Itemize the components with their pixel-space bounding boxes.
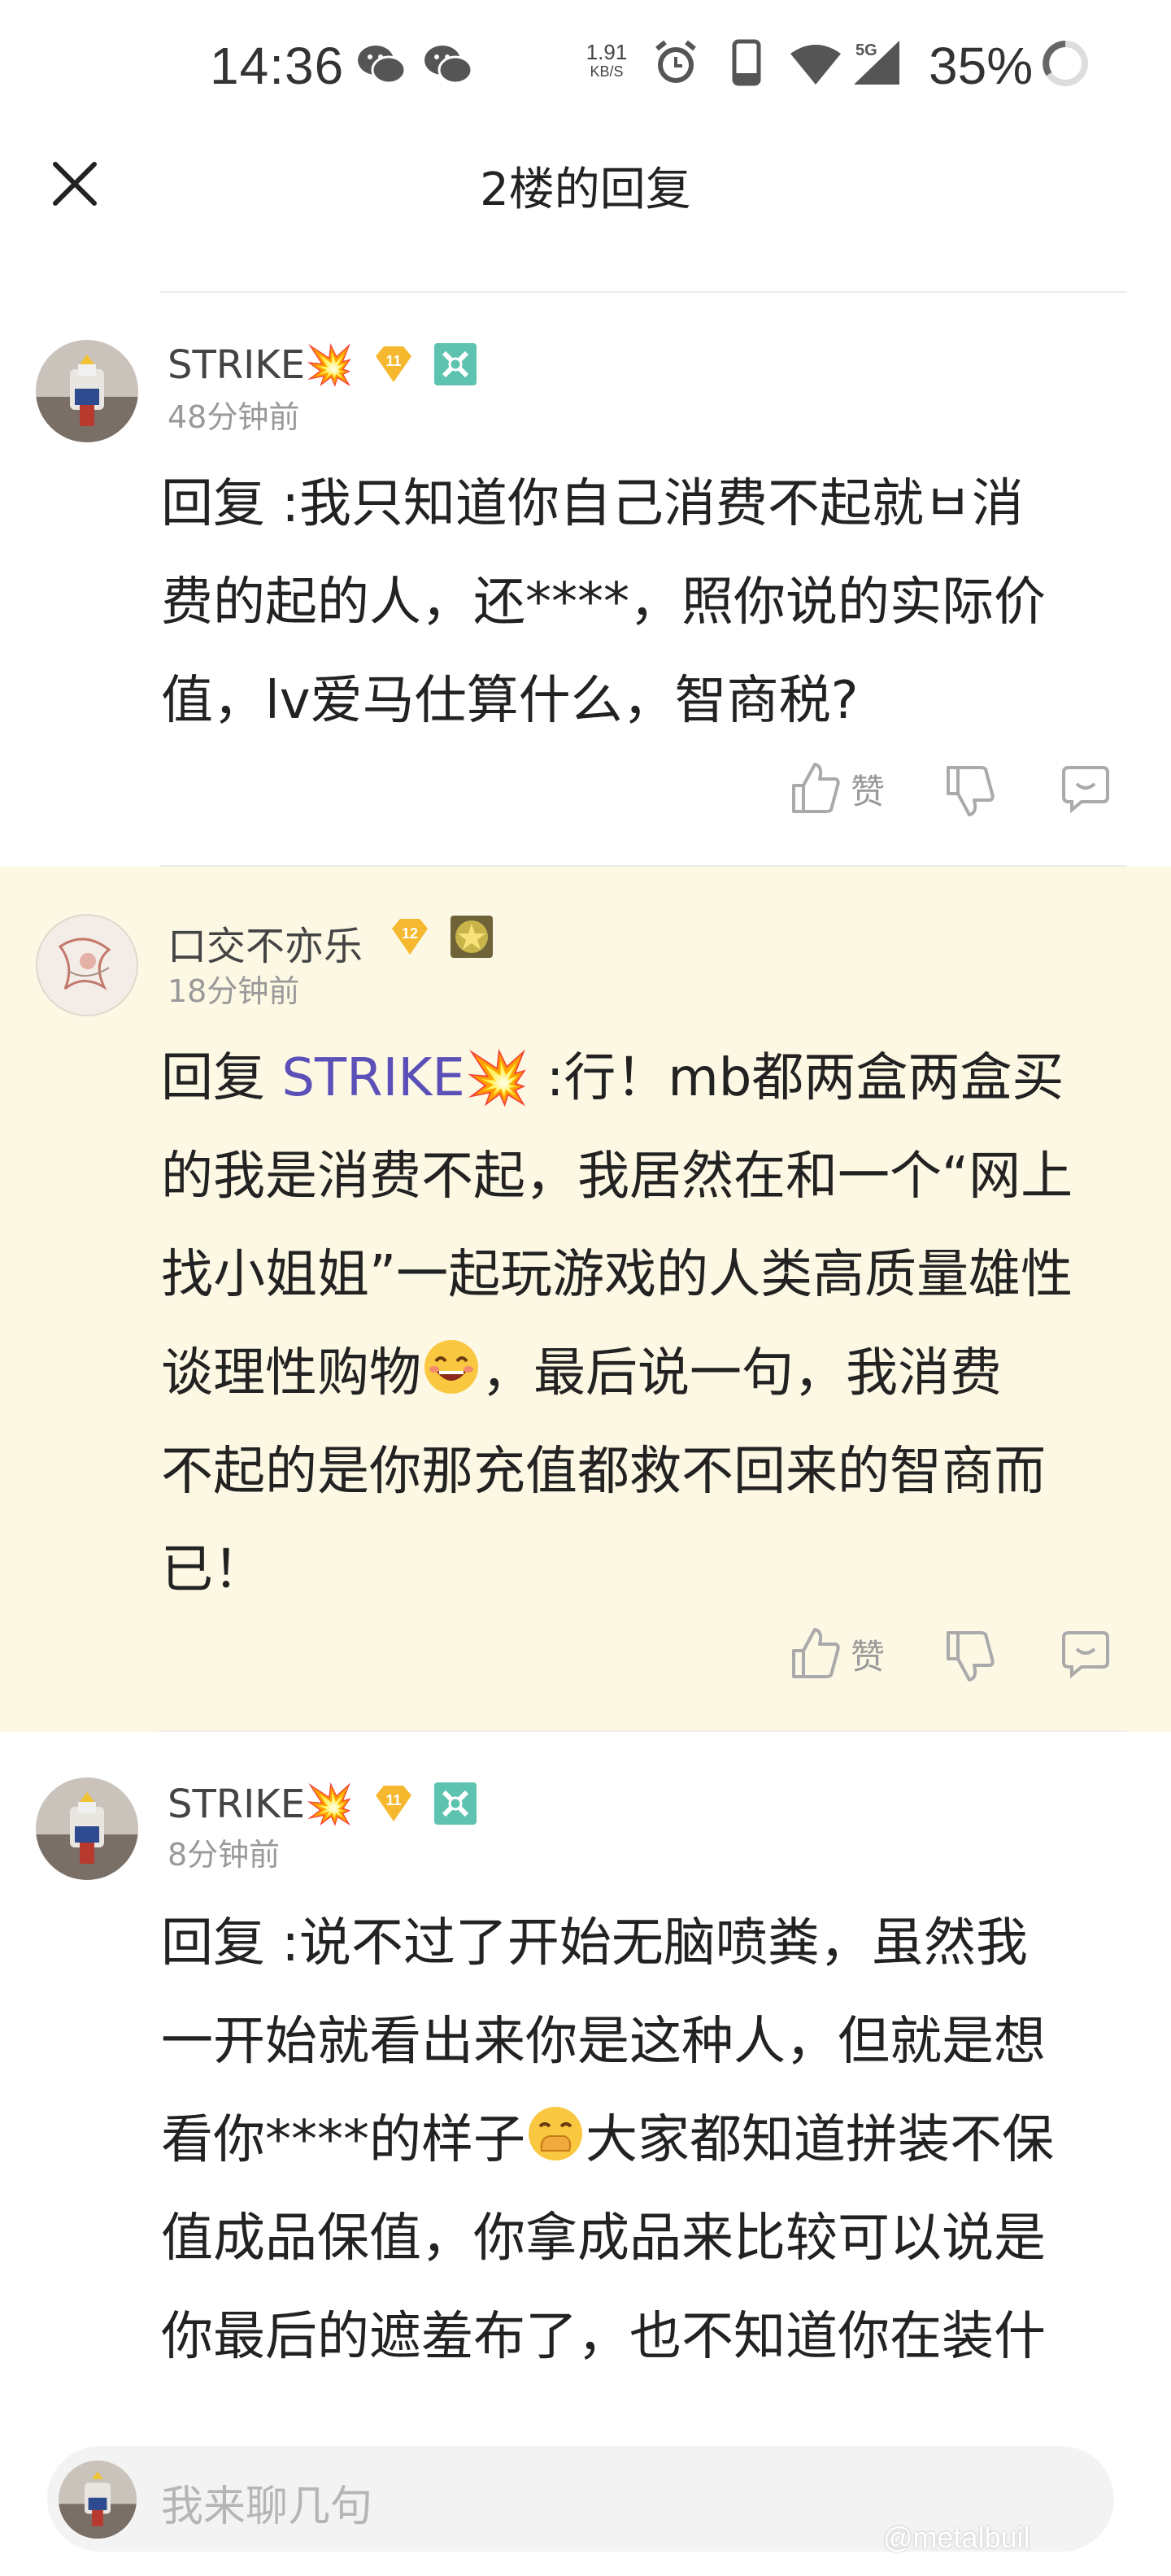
comment-time: 8分钟前 [168, 1837, 281, 1873]
text-line: 一开始就看出来你是这种人，但就是想 [161, 2012, 1046, 2072]
comment-item: STRIKE💥 11 8分钟前 回复 :说不过了开始无脑喷粪，虽然我 一开始就看… [0, 1732, 1171, 2423]
medal-icon [434, 343, 477, 385]
avatar[interactable] [36, 914, 138, 1016]
thumbs-down-icon[interactable] [945, 764, 995, 818]
level-badge-icon: 12 [392, 919, 428, 955]
reply-prefix: 回复 [161, 1913, 265, 1973]
alarm-icon [655, 40, 696, 83]
speed-unit: KB/S [590, 63, 624, 80]
comment-text: 回复 :说不过了开始无脑喷粪，虽然我 一开始就看出来你是这种人，但就是想 看你*… [161, 1895, 1137, 2387]
comment-actions: 赞 [0, 758, 1171, 823]
wechat-icon [358, 46, 407, 85]
reply-bubble-icon[interactable] [1060, 763, 1111, 813]
wechat-icon [424, 46, 473, 85]
text-line: 大家都知道拼装不保 [586, 2110, 1054, 2170]
wifi-icon [790, 45, 841, 85]
status-bar: 14:36 1.91 KB/S 5G 35% [0, 0, 1171, 130]
text-line: 值成品保值，你拿成品来比较可以说是 [161, 2208, 1046, 2269]
reply-target[interactable]: STRIKE💥 [281, 1048, 529, 1108]
text-line: 谈理性购物 [161, 1343, 421, 1403]
status-time: 14:36 [210, 37, 345, 95]
thumbs-down-icon[interactable] [945, 1630, 995, 1683]
text-line: 你最后的遮羞布了，也不知道你在装什 [161, 2307, 1046, 2367]
comment-text: 回复 STRIKE💥 :行！mb都两盒两盒买 的我是消费不起，我居然在和一个“网… [161, 1029, 1137, 1620]
comment-text: 回复 :我只知道你自己消费不起就ㅂ消 费的起的人，还****，照你说的实际价 值… [161, 455, 1137, 751]
network-speed: 1.91 KB/S [582, 40, 631, 81]
hand-over-mouth-emoji-icon [529, 2107, 582, 2160]
text-line: 已！ [161, 1540, 265, 1600]
text-line: 找小姐姐”一起玩游戏的人类高质量雄性 [161, 1245, 1073, 1305]
star-medal-icon [451, 916, 493, 958]
text-line: 不起的是你那充值都救不回来的智商而 [161, 1442, 1046, 1502]
comment-time: 18分钟前 [168, 973, 300, 1009]
text-line: 看你****的样子 [161, 2110, 525, 2170]
reply-prefix: 回复 [161, 474, 265, 534]
comment-time: 48分钟前 [168, 399, 300, 435]
comment-actions: 赞 [0, 1623, 1171, 1688]
reply-prefix: 回复 [161, 1048, 265, 1108]
comment-item: STRIKE💥 11 48分钟前 回复 :我只知道你自己消费不起就ㅂ消 费的起的… [0, 293, 1171, 867]
level-number: 11 [385, 1792, 401, 1808]
text-line: ，最后说一句，我消费 [481, 1343, 1002, 1403]
level-badge-icon: 11 [376, 1786, 411, 1821]
speed-value: 1.91 [586, 40, 628, 64]
username[interactable]: STRIKE💥 [168, 342, 354, 388]
text-line: :说不过了开始无脑喷粪，虽然我 [281, 1913, 1028, 1973]
comment-item-highlighted: 口交不亦乐 12 18分钟前 回复 STRIKE💥 :行！mb都两盒两盒买 的我… [0, 867, 1171, 1732]
thumbs-up-icon[interactable] [790, 1626, 841, 1680]
level-number: 11 [385, 353, 401, 369]
phone-icon [732, 39, 761, 86]
avatar[interactable] [36, 1778, 138, 1880]
avatar[interactable] [36, 340, 138, 442]
input-placeholder[interactable]: 我来聊几句 [161, 2472, 372, 2533]
my-avatar[interactable] [59, 2461, 137, 2539]
text-line: :我只知道你自己消费不起就ㅂ消 [281, 474, 1024, 534]
medal-icon [434, 1782, 477, 1825]
level-badge-icon: 11 [376, 346, 411, 382]
text-line: 值，lv爱马仕算什么，智商税? [161, 671, 859, 731]
signal-icon: 5G [854, 41, 899, 85]
username[interactable]: STRIKE💥 [168, 1781, 354, 1827]
level-number: 12 [402, 925, 418, 942]
like-label[interactable]: 赞 [851, 1630, 885, 1679]
grin-emoji-icon [424, 1340, 478, 1394]
text-line: :行！mb都两盒两盒买 [546, 1048, 1064, 1108]
battery-percent: 35% [929, 37, 1034, 95]
battery-ring-icon [1043, 41, 1088, 86]
header: 2楼的回复 [0, 130, 1171, 236]
page-title: 2楼的回复 [480, 163, 691, 216]
thumbs-up-icon[interactable] [790, 761, 841, 815]
like-label[interactable]: 赞 [851, 764, 885, 814]
reply-bubble-icon[interactable] [1060, 1628, 1111, 1678]
watermark: @metalbuil [883, 2521, 1030, 2554]
username[interactable]: 口交不亦乐 [168, 914, 363, 971]
bottom-input-bar: 我来聊几句 @metalbuil [0, 2423, 1171, 2576]
text-line: 费的起的人，还****，照你说的实际价 [161, 572, 1046, 633]
text-line: 的我是消费不起，我居然在和一个“网上 [161, 1147, 1073, 1207]
svg-text:5G: 5G [855, 41, 877, 59]
